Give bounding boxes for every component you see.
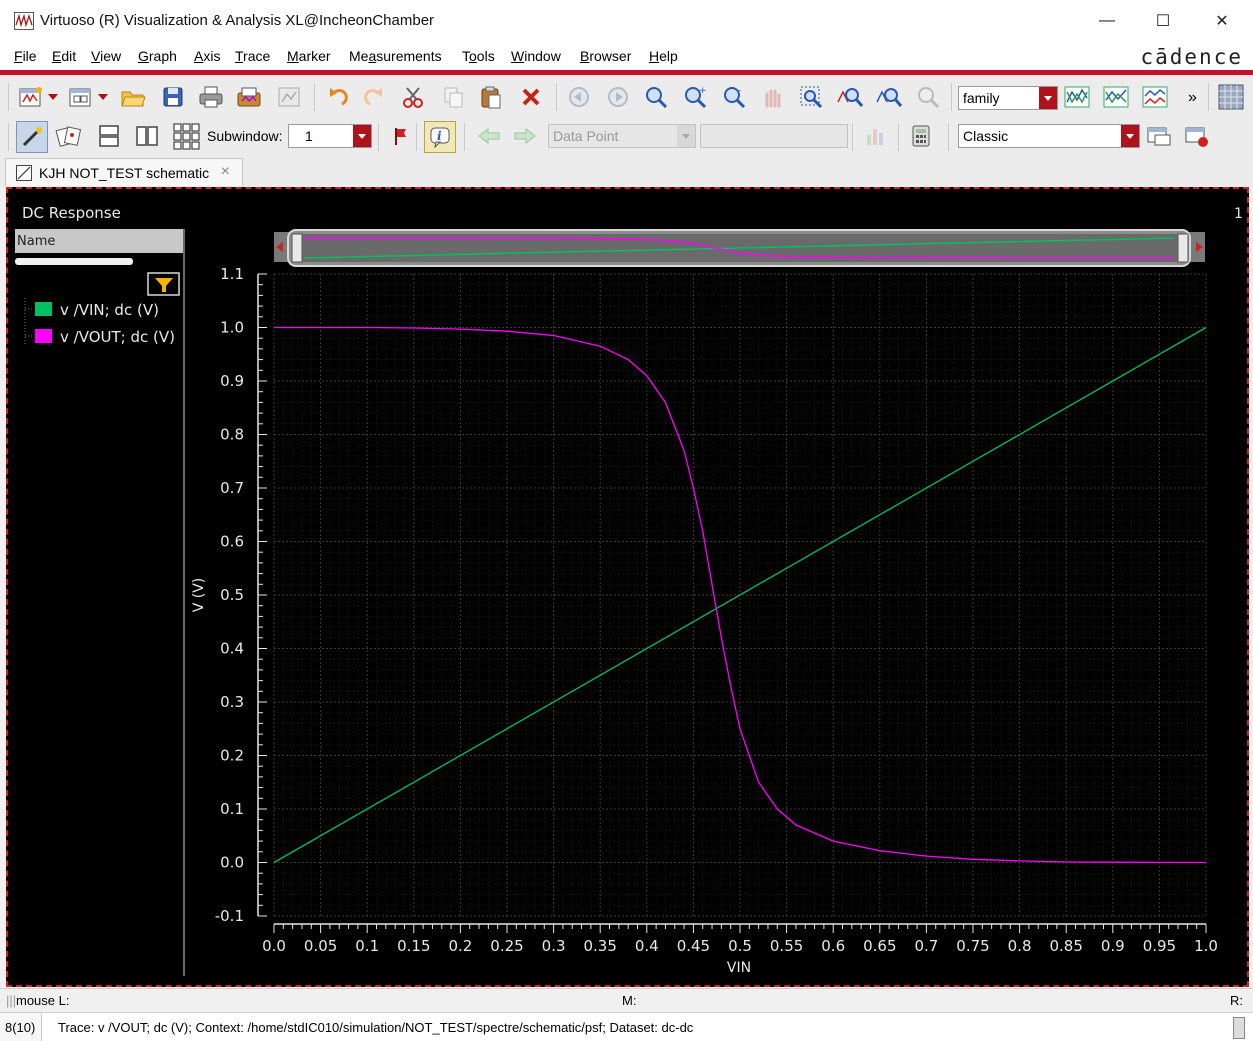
x-tick-label: 0.5 <box>728 937 752 955</box>
x-tick-label: 0.95 <box>1143 937 1176 955</box>
x-tick-label: 0.15 <box>397 937 430 955</box>
x-tick-label: 0.8 <box>1008 937 1032 955</box>
x-tick-label: 0.3 <box>542 937 566 955</box>
legend-filter-input[interactable] <box>15 258 133 265</box>
x-tick-label: 0.2 <box>448 937 472 955</box>
overview-scrollbar[interactable] <box>274 229 1205 267</box>
y-tick-label: 1.1 <box>220 265 244 283</box>
overview-left-handle[interactable] <box>291 233 303 263</box>
legend-header: Name <box>17 234 55 249</box>
legend-swatch-vin <box>35 302 52 316</box>
x-tick-label: 0.45 <box>677 937 710 955</box>
legend-swatch-vout <box>35 329 52 343</box>
mouse-right-status: R: <box>1230 993 1243 1008</box>
chart-title: DC Response <box>22 204 121 222</box>
legend-item-vin[interactable]: v /VIN; dc (V) <box>60 301 159 319</box>
waveform-plot[interactable]: DC Response 1 Name v /VIN; dc (V) v /VOU… <box>0 0 1253 1040</box>
subwindow-number: 1 <box>1234 206 1243 222</box>
y-tick-label: 0.6 <box>220 533 244 551</box>
mouse-status-bar: ||| mouse L: M: R: <box>0 988 1253 1013</box>
status-count: 8(10) <box>0 1013 42 1041</box>
status-scroll-handle[interactable] <box>1233 1017 1245 1039</box>
overview-right-handle[interactable] <box>1177 233 1189 263</box>
y-tick-label: 1.0 <box>220 319 244 337</box>
message-status-bar: 8(10) Trace: v /VOUT; dc (V); Context: /… <box>0 1012 1253 1041</box>
legend-item-vout[interactable]: v /VOUT; dc (V) <box>60 328 175 346</box>
x-tick-label: 1.0 <box>1194 937 1218 955</box>
x-tick-label: 0.1 <box>355 937 379 955</box>
y-tick-label: 0.1 <box>220 800 244 818</box>
y-tick-label: 0.0 <box>220 854 244 872</box>
y-tick-label: 0.8 <box>220 426 244 444</box>
x-tick-label: 0.6 <box>821 937 845 955</box>
mouse-left-status: mouse L: <box>16 993 70 1008</box>
x-tick-label: 0.55 <box>770 937 803 955</box>
x-tick-label: 0.75 <box>956 937 989 955</box>
y-tick-label: 0.3 <box>220 693 244 711</box>
x-tick-label: 0.35 <box>583 937 616 955</box>
y-tick-label: 0.2 <box>220 747 244 765</box>
x-axis-label: VIN <box>727 960 751 976</box>
filter-icon[interactable] <box>147 272 180 296</box>
y-tick-label: 0.5 <box>220 586 244 604</box>
y-tick-label: 0.7 <box>220 479 244 497</box>
mouse-middle-status: M: <box>622 993 637 1008</box>
y-axis-label: V (V) <box>191 578 207 613</box>
x-tick-label: 0.05 <box>304 937 337 955</box>
x-tick-label: 0.9 <box>1101 937 1125 955</box>
x-tick-label: 0.4 <box>635 937 659 955</box>
status-message: Trace: v /VOUT; dc (V); Context: /home/s… <box>58 1020 694 1035</box>
x-tick-label: 0.25 <box>490 937 523 955</box>
y-tick-label: 0.9 <box>220 372 244 390</box>
y-tick-label: 0.4 <box>220 640 244 658</box>
x-tick-label: 0.65 <box>863 937 896 955</box>
x-tick-label: 0.7 <box>914 937 938 955</box>
x-tick-label: 0.85 <box>1049 937 1082 955</box>
x-tick-label: 0.0 <box>262 937 286 955</box>
y-tick-label: -0.1 <box>215 907 244 925</box>
